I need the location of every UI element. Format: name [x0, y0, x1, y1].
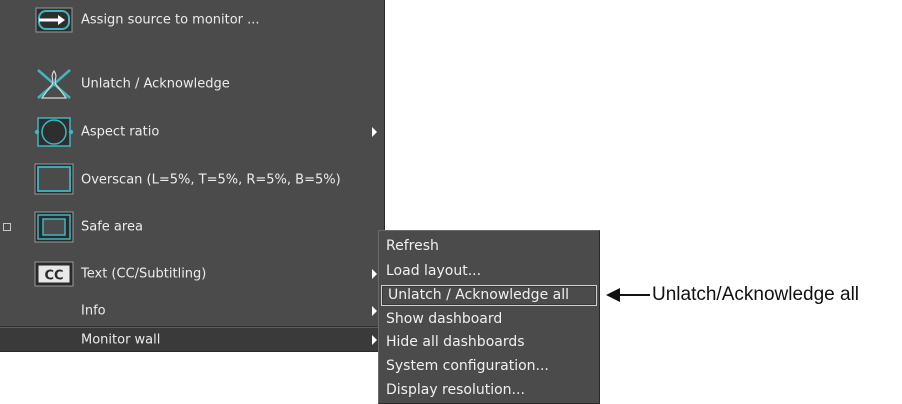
menu-item-safe-area[interactable]: Safe area	[0, 208, 384, 246]
menu-item-aspect-ratio[interactable]: Aspect ratio	[0, 112, 384, 152]
menu-item-label: Info	[81, 303, 106, 319]
callout-text: Unlatch/Acknowledge all	[652, 284, 860, 305]
context-menu: Assign source to monitor ... Unlatch / A…	[0, 0, 385, 352]
safe-area-icon	[34, 211, 74, 243]
menu-item-overscan[interactable]: Overscan (L=5%, T=5%, R=5%, B=5%)	[0, 160, 384, 200]
menu-item-unlatch-acknowledge[interactable]: Unlatch / Acknowledge	[0, 64, 384, 104]
menu-item-label: Monitor wall	[81, 332, 161, 347]
submenu-arrow-icon	[372, 334, 377, 345]
menu-item-label: Overscan (L=5%, T=5%, R=5%, B=5%)	[81, 172, 341, 188]
submenu-item-refresh[interactable]: Refresh	[379, 236, 599, 257]
callout-line	[618, 294, 650, 296]
submenu-item-show-dashboard[interactable]: Show dashboard	[379, 309, 599, 330]
aspect-ratio-icon	[34, 117, 74, 147]
menu-item-monitor-wall[interactable]: Monitor wall	[0, 327, 384, 351]
submenu-arrow-icon	[372, 269, 377, 279]
menu-item-text-cc[interactable]: CC Text (CC/Subtitling)	[0, 255, 384, 293]
safe-area-checkbox[interactable]	[3, 223, 11, 231]
cc-icon-text: CC	[44, 269, 63, 284]
submenu-arrow-icon	[372, 127, 377, 137]
submenu-item-display-resolution[interactable]: Display resolution...	[379, 380, 599, 401]
menu-item-info[interactable]: Info	[0, 298, 384, 324]
menu-item-label: Assign source to monitor ...	[81, 12, 260, 28]
submenu-item-system-configuration[interactable]: System configuration...	[379, 356, 599, 377]
submenu-item-load-layout[interactable]: Load layout...	[379, 261, 599, 282]
submenu-arrow-icon	[372, 306, 377, 316]
menu-item-label: Aspect ratio	[81, 124, 160, 140]
unlatch-acknowledge-icon	[37, 69, 71, 99]
menu-item-assign-source[interactable]: Assign source to monitor ...	[0, 0, 384, 40]
submenu-item-hide-all-dashboards[interactable]: Hide all dashboards	[379, 332, 599, 353]
overscan-icon	[34, 163, 74, 195]
submenu-item-unlatch-acknowledge-all[interactable]: Unlatch / Acknowledge all	[381, 285, 597, 306]
menu-item-label: Text (CC/Subtitling)	[81, 266, 207, 282]
menu-item-label: Unlatch / Acknowledge	[81, 76, 230, 92]
monitor-wall-submenu: Refresh Load layout... Unlatch / Acknowl…	[378, 230, 600, 404]
cc-icon: CC	[34, 261, 74, 287]
assign-source-icon	[35, 7, 73, 33]
callout-annotation: Unlatch/Acknowledge all	[606, 283, 902, 307]
menu-item-label: Safe area	[81, 219, 143, 235]
